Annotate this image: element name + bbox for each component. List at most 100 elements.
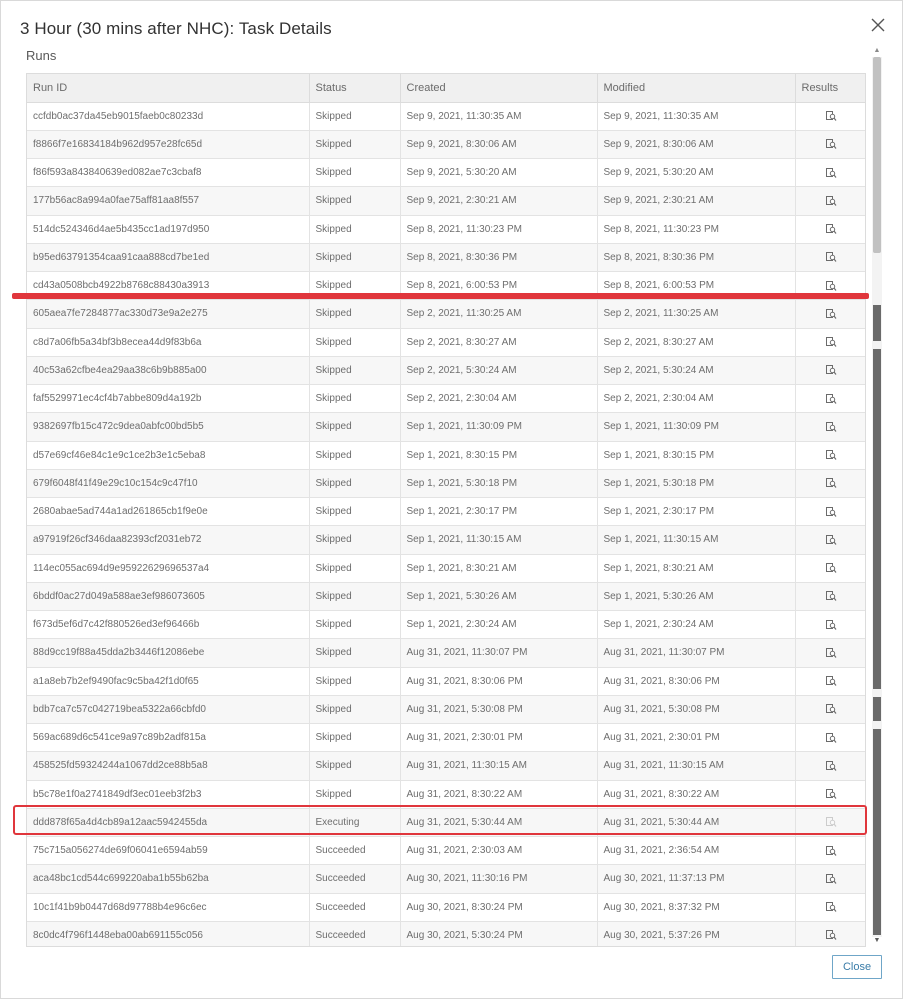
scroll-up-arrow-icon[interactable]: ▲ <box>871 47 883 57</box>
view-results-icon[interactable] <box>825 845 837 857</box>
view-results-icon[interactable] <box>825 477 837 489</box>
close-icon[interactable] <box>867 14 889 36</box>
view-results-icon[interactable] <box>825 223 837 235</box>
table-row[interactable]: 605aea7fe7284877ac330d73e9a2e275 Skipped S… <box>27 299 865 329</box>
modified-cell: Sep 2, 2021, 2:30:04 AM <box>597 384 796 414</box>
table-row[interactable]: f86f593a843840639ed082ae7c3cbaf8 Skipped S… <box>27 158 865 188</box>
run-id-cell: b95ed63791354caa91caa888cd7be1ed <box>27 243 310 273</box>
status-cell: Skipped <box>309 299 401 329</box>
table-row[interactable]: 458525fd59324244a1067dd2ce88b5a8 Skipped A… <box>27 751 865 781</box>
column-header-results[interactable]: Results <box>795 74 865 103</box>
view-results-icon[interactable] <box>825 364 837 376</box>
table-row[interactable]: 10c1f41b9b0447d68d97788b4e96c6ec Succeede… <box>27 893 865 922</box>
table-row[interactable]: ccfdb0ac37da45eb9015faeb0c80233d Skipped S… <box>27 102 865 131</box>
task-details-dialog: 3 Hour (30 mins after NHC): Task Details… <box>0 0 903 999</box>
status-cell: Skipped <box>309 525 401 555</box>
modified-cell: Aug 30, 2021, 8:37:32 PM <box>597 893 796 922</box>
status-cell: Skipped <box>309 158 401 188</box>
table-row[interactable]: 8c0dc4f796f1448eba00ab691155c056 Succeede… <box>27 921 865 946</box>
status-cell: Skipped <box>309 356 401 386</box>
table-row[interactable]: b5c78e1f0a2741849df3ec01eeb3f2b3 Skipped A… <box>27 780 865 809</box>
table-header-row: Run ID Status Created Modified Results <box>27 74 865 103</box>
created-cell: Sep 9, 2021, 5:30:20 AM <box>400 158 598 188</box>
table-row[interactable]: 114ec055ac694d9e95922629696537a4 Skipped S… <box>27 554 865 583</box>
view-results-icon[interactable] <box>825 929 837 941</box>
table-row[interactable]: 679f6048f41f49e29c10c154c9c47f10 Skipped S… <box>27 469 865 499</box>
created-cell: Aug 31, 2021, 11:30:07 PM <box>400 638 598 668</box>
scrollbar-thumb[interactable] <box>873 57 881 253</box>
table-row[interactable]: d57e69cf46e84c1e9c1ce2b3e1c5eba8 Skipped S… <box>27 441 865 470</box>
table-row[interactable]: a97919f26cf346daa82393cf2031eb72 Skipped S… <box>27 525 865 555</box>
view-results-icon[interactable] <box>825 336 837 348</box>
run-id-cell: 10c1f41b9b0447d68d97788b4e96c6ec <box>27 893 310 922</box>
view-results-icon[interactable] <box>825 647 837 659</box>
column-header-modified[interactable]: Modified <box>597 74 796 103</box>
table-row[interactable]: 514dc524346d4ae5b435cc1ad197d950 Skipped S… <box>27 215 865 244</box>
table-row[interactable]: faf5529971ec4cf4b7abbe809d4a192b Skipped S… <box>27 384 865 414</box>
view-results-icon[interactable] <box>825 393 837 405</box>
run-id-cell: aca48bc1cd544c699220aba1b55b62ba <box>27 864 310 894</box>
vertical-scrollbar[interactable]: ▲ ▼ <box>871 47 883 947</box>
view-results-icon[interactable] <box>825 195 837 207</box>
view-results-icon[interactable] <box>825 901 837 913</box>
run-id-cell: bdb7ca7c57c042719bea5322a66cbfd0 <box>27 695 310 725</box>
results-cell <box>795 328 865 357</box>
results-cell <box>795 441 865 470</box>
view-results-icon[interactable] <box>825 110 837 122</box>
column-header-status[interactable]: Status <box>309 74 401 103</box>
close-button[interactable]: Close <box>832 955 882 979</box>
table-row[interactable]: 9382697fb15c472c9dea0abfc00bd5b5 Skipped S… <box>27 412 865 442</box>
status-cell: Succeeded <box>309 893 401 922</box>
table-row[interactable]: 88d9cc19f88a45dda2b3446f12086ebe Skipped A… <box>27 638 865 668</box>
view-results-icon[interactable] <box>825 534 837 546</box>
view-results-icon[interactable] <box>825 421 837 433</box>
created-cell: Sep 1, 2021, 2:30:24 AM <box>400 610 598 640</box>
view-results-icon[interactable] <box>825 788 837 800</box>
view-results-icon[interactable] <box>825 703 837 715</box>
table-row[interactable]: a1a8eb7b2ef9490fac9c5ba42f1d0f65 Skipped A… <box>27 667 865 696</box>
scrollbar-track[interactable] <box>872 57 882 937</box>
view-results-icon[interactable] <box>825 506 837 518</box>
scrollbar-segment <box>873 697 881 721</box>
created-cell: Aug 30, 2021, 5:30:24 PM <box>400 921 598 946</box>
view-results-icon[interactable] <box>825 760 837 772</box>
view-results-icon[interactable] <box>825 873 837 885</box>
table-row[interactable]: 569ac689d6c541ce9a97c89b2adf815a Skipped A… <box>27 723 865 753</box>
view-results-icon[interactable] <box>825 449 837 461</box>
table-row[interactable]: c8d7a06fb5a34bf3b8ecea44d9f83b6a Skipped S… <box>27 328 865 357</box>
run-id-cell: 177b56ac8a994a0fae75aff81aa8f557 <box>27 186 310 216</box>
table-row[interactable]: 6bddf0ac27d049a588ae3ef986073605 Skipped S… <box>27 582 865 612</box>
table-row[interactable]: f673d5ef6d7c42f880526ed3ef96466b Skipped S… <box>27 610 865 640</box>
column-header-run-id[interactable]: Run ID <box>27 74 310 103</box>
view-results-icon[interactable] <box>825 732 837 744</box>
results-cell <box>795 864 865 894</box>
view-results-icon[interactable] <box>825 251 837 263</box>
table-row[interactable]: bdb7ca7c57c042719bea5322a66cbfd0 Skipped A… <box>27 695 865 725</box>
status-cell: Skipped <box>309 638 401 668</box>
view-results-icon[interactable] <box>825 619 837 631</box>
view-results-icon[interactable] <box>825 562 837 574</box>
modified-cell: Sep 1, 2021, 11:30:09 PM <box>597 412 796 442</box>
view-results-icon[interactable] <box>825 280 837 292</box>
table-row[interactable]: aca48bc1cd544c699220aba1b55b62ba Succeede… <box>27 864 865 894</box>
status-cell: Skipped <box>309 554 401 583</box>
created-cell: Sep 2, 2021, 5:30:24 AM <box>400 356 598 386</box>
status-cell: Skipped <box>309 412 401 442</box>
view-results-icon[interactable] <box>825 675 837 687</box>
table-row[interactable]: f8866f7e16834184b962d957e28fc65d Skipped S… <box>27 130 865 160</box>
scroll-down-arrow-icon[interactable]: ▼ <box>871 937 883 947</box>
view-results-icon[interactable] <box>825 167 837 179</box>
modified-cell: Sep 1, 2021, 5:30:26 AM <box>597 582 796 612</box>
table-row[interactable]: 2680abae5ad744a1ad261865cb1f9e0e Skipped S… <box>27 497 865 527</box>
modified-cell: Sep 8, 2021, 11:30:23 PM <box>597 215 796 244</box>
table-row[interactable]: 177b56ac8a994a0fae75aff81aa8f557 Skipped S… <box>27 186 865 216</box>
table-row[interactable]: b95ed63791354caa91caa888cd7be1ed Skipped S… <box>27 243 865 273</box>
run-id-cell: f8866f7e16834184b962d957e28fc65d <box>27 130 310 160</box>
status-cell: Skipped <box>309 723 401 753</box>
table-row[interactable]: 75c715a056274de69f06041e6594ab59 Succeede… <box>27 836 865 866</box>
table-row[interactable]: 40c53a62cfbe4ea29aa38c6b9b885a00 Skipped S… <box>27 356 865 386</box>
view-results-icon[interactable] <box>825 308 837 320</box>
view-results-icon[interactable] <box>825 590 837 602</box>
column-header-created[interactable]: Created <box>400 74 598 103</box>
view-results-icon[interactable] <box>825 138 837 150</box>
